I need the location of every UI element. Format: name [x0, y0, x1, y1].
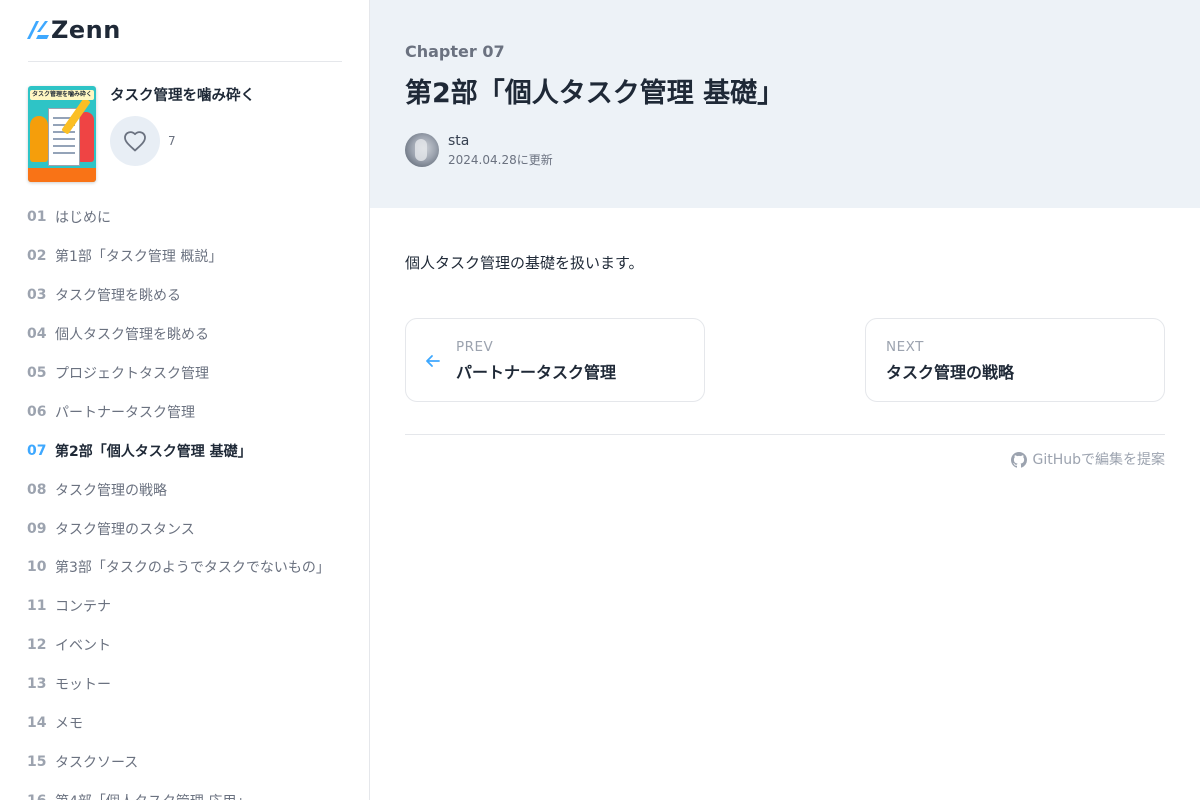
chapter-header: Chapter 07 第2部「個人タスク管理 基礎」 sta 2024.04.2… — [370, 0, 1200, 208]
toc-item[interactable]: 14 メモ — [27, 704, 357, 743]
toc-item-label: イベント — [55, 638, 111, 655]
author-name[interactable]: sta — [448, 132, 553, 150]
prev-chapter-link[interactable]: PREV パートナータスク管理 — [405, 318, 705, 402]
toc-item[interactable]: 09 タスク管理のスタンス — [27, 509, 357, 548]
content-divider — [405, 434, 1165, 435]
updated-date: 2024.04.28に更新 — [448, 153, 553, 167]
toc-item-number: 08 — [27, 481, 47, 498]
toc-item-label: モットー — [55, 677, 111, 694]
toc-item-label: 第4部「個人タスク管理 応用」 — [55, 791, 250, 800]
toc-item[interactable]: 02 第1部「タスク管理 概説」 — [27, 237, 357, 276]
toc-item-number: 05 — [27, 365, 47, 381]
toc-item[interactable]: 06 パートナータスク管理 — [27, 392, 357, 431]
chapter-body: 個人タスク管理の基礎を扱います。 — [405, 254, 644, 272]
heart-icon — [124, 131, 146, 152]
toc-item-label: 第1部「タスク管理 概説」 — [55, 249, 223, 266]
toc-item-number: 16 — [27, 793, 55, 800]
toc-item-label: 第2部「個人タスク管理 基礎」 — [55, 443, 252, 460]
toc-item-number: 14 — [27, 715, 47, 732]
like-button[interactable] — [110, 116, 160, 166]
github-edit-link[interactable]: GitHubで編集を提案 — [1011, 450, 1165, 470]
toc-item-number: 12 — [27, 637, 47, 654]
github-icon — [1011, 452, 1028, 468]
main-content: Chapter 07 第2部「個人タスク管理 基礎」 sta 2024.04.2… — [370, 0, 1200, 800]
toc-item-label: 第3部「タスクのようでタスクでないもの」 — [55, 560, 330, 577]
next-chapter-title: タスク管理の戦略 — [886, 363, 1015, 382]
next-label: NEXT — [886, 339, 924, 355]
toc-item[interactable]: 13 モットー — [27, 665, 357, 704]
toc-item-label: タスク管理のスタンス — [55, 521, 195, 538]
toc-item-label: はじめに — [55, 210, 111, 227]
toc-item-label: メモ — [55, 716, 83, 733]
toc-item-label: プロジェクトタスク管理 — [55, 366, 209, 382]
toc-item[interactable]: 12 イベント — [27, 626, 357, 665]
like-count: 7 — [168, 134, 176, 148]
toc-item[interactable]: 04 個人タスク管理を眺める — [27, 315, 357, 354]
toc-item[interactable]: 01 はじめに — [27, 198, 357, 237]
author-info: sta 2024.04.28に更新 — [405, 132, 553, 168]
toc-item-number: 15 — [27, 753, 47, 770]
toc-item-label: 個人タスク管理を眺める — [55, 327, 209, 344]
toc-item-label: パートナータスク管理 — [55, 404, 195, 421]
toc-item-number: 09 — [27, 520, 47, 537]
book-title[interactable]: タスク管理を噛み砕く — [110, 86, 255, 106]
toc-item-label: コンテナ — [55, 599, 111, 616]
toc-item-number: 02 — [27, 248, 47, 265]
prev-chapter-title: パートナータスク管理 — [456, 363, 617, 382]
toc-item[interactable]: 03 タスク管理を眺める — [27, 276, 357, 315]
toc-item[interactable]: 07 第2部「個人タスク管理 基礎」 — [27, 431, 357, 470]
github-edit-label: GitHubで編集を提案 — [1032, 452, 1165, 468]
book-cover-title: タスク管理を噛み砕く — [30, 90, 94, 100]
toc-item-number: 01 — [27, 209, 47, 226]
zenn-logo-icon — [27, 21, 49, 39]
toc-item[interactable]: 05 プロジェクトタスク管理 — [27, 354, 357, 393]
toc-item[interactable]: 11 コンテナ — [27, 587, 357, 626]
toc-item-number: 07 — [27, 442, 47, 459]
page-title: 第2部「個人タスク管理 基礎」 — [405, 78, 785, 109]
toc-item-label: タスク管理の戦略 — [55, 482, 167, 499]
zenn-logo[interactable]: Zenn — [27, 17, 121, 43]
book-info: タスク管理を噛み砕く タスク管理を噛み砕く 7 — [28, 86, 348, 184]
toc-item-number: 04 — [27, 326, 47, 343]
toc-item[interactable]: 08 タスク管理の戦略 — [27, 470, 357, 509]
prev-label: PREV — [456, 339, 494, 355]
toc-item-number: 13 — [27, 676, 47, 693]
toc-item-number: 11 — [27, 598, 47, 615]
zenn-logo-text: Zenn — [51, 16, 121, 44]
toc-item-number: 10 — [27, 559, 47, 576]
toc-item[interactable]: 16第4部「個人タスク管理 応用」 — [27, 781, 357, 800]
sidebar-divider — [28, 61, 342, 62]
toc-item-label: タスク管理を眺める — [55, 288, 181, 305]
toc-item-number: 03 — [27, 287, 47, 304]
toc-item[interactable]: 15 タスクソース — [27, 742, 357, 781]
avatar[interactable] — [405, 133, 439, 167]
arrow-left-icon — [426, 355, 440, 367]
toc-item-label: タスクソース — [55, 754, 139, 771]
sidebar: Zenn タスク管理を噛み砕く タスク管理を噛み砕く 7 01 はじめに 02 第1部… — [0, 0, 370, 800]
toc-item[interactable]: 10 第3部「タスクのようでタスクでないもの」 — [27, 548, 357, 587]
toc-item-number: 06 — [27, 403, 47, 420]
next-chapter-link[interactable]: NEXT タスク管理の戦略 — [865, 318, 1165, 402]
chapter-number: Chapter 07 — [405, 42, 505, 61]
table-of-contents: 01 はじめに 02 第1部「タスク管理 概説」 03 タスク管理を眺める 04 個人タスク管… — [27, 198, 357, 800]
book-cover-image[interactable]: タスク管理を噛み砕く — [28, 86, 96, 182]
